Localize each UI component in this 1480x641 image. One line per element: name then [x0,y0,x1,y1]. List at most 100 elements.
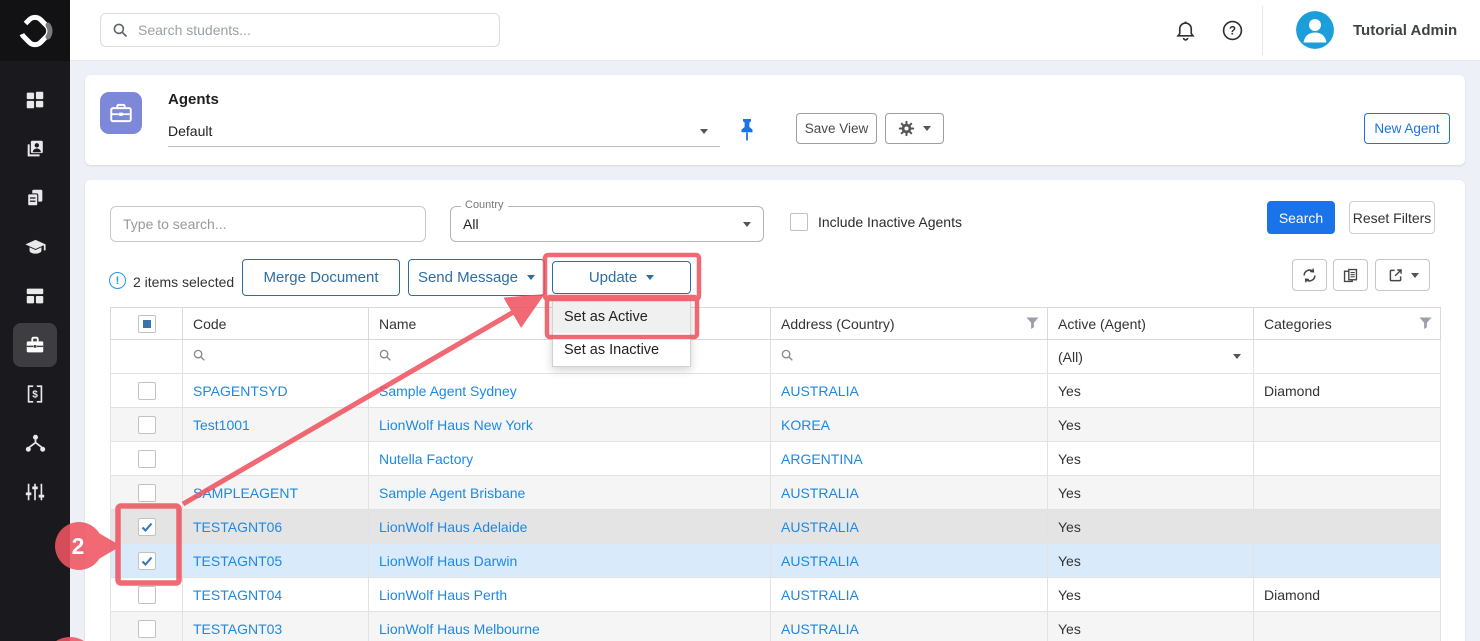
row-checkbox[interactable] [138,586,156,604]
agent-country-link[interactable]: AUSTRALIA [781,519,859,535]
agent-code-link[interactable]: TESTAGNT05 [193,553,282,569]
column-header-address[interactable]: Address (Country) [771,308,1048,340]
row-select-cell[interactable] [111,510,183,544]
table-row[interactable]: SAMPLEAGENT Sample Agent Brisbane AUSTRA… [111,476,1441,510]
user-avatar[interactable] [1296,11,1334,49]
row-select-cell[interactable] [111,544,183,578]
agent-code-link[interactable]: SPAGENTSYD [193,383,288,399]
select-all-checkbox[interactable] [138,315,156,333]
sidebar-item-billing[interactable]: $ [13,372,57,416]
row-checkbox[interactable] [138,620,156,638]
sidebar-item-network[interactable] [13,421,57,465]
row-checkbox[interactable] [138,552,156,570]
agent-country-link[interactable]: AUSTRALIA [781,621,859,637]
table-row[interactable]: SPAGENTSYD Sample Agent Sydney AUSTRALIA… [111,374,1441,408]
filter-funnel-icon[interactable] [1419,317,1432,330]
agent-code-link[interactable]: SAMPLEAGENT [193,485,298,501]
pin-view-button[interactable] [735,117,759,145]
export-button[interactable] [1375,259,1430,291]
active-filter-select[interactable]: (All) [1048,340,1254,374]
help-button[interactable]: ? [1219,17,1245,43]
app-window: ? Tutorial Admin [0,0,1480,641]
agent-code-link[interactable]: TESTAGNT03 [193,621,282,637]
column-header-code[interactable]: Code [183,308,369,340]
agent-active-cell: Yes [1048,578,1254,612]
send-message-button[interactable]: Send Message [408,259,545,296]
country-select[interactable]: Country All [450,206,764,242]
update-button[interactable]: Update [552,261,691,294]
agent-categories-cell [1254,442,1441,476]
sidebar-item-contacts[interactable] [13,127,57,171]
row-checkbox[interactable] [138,518,156,536]
refresh-button[interactable] [1292,259,1327,291]
categories-filter-cell[interactable] [1254,340,1441,374]
update-label: Update [589,269,637,286]
grid-search-field[interactable] [110,206,426,242]
row-select-cell[interactable] [111,442,183,476]
menu-item-set-as-active[interactable]: Set as Active [553,300,690,333]
sidebar-item-documents[interactable] [13,176,57,220]
agent-name-link[interactable]: LionWolf Haus New York [379,417,533,433]
row-select-cell[interactable] [111,374,183,408]
table-row[interactable]: TESTAGNT03 LionWolf Haus Melbourne AUSTR… [111,612,1441,641]
view-select[interactable]: Default [168,115,720,147]
address-filter-cell[interactable] [771,340,1048,374]
app-logo[interactable] [0,0,70,61]
merge-document-button[interactable]: Merge Document [242,259,400,296]
agent-name-link[interactable]: Nutella Factory [379,451,473,467]
new-agent-button[interactable]: New Agent [1364,113,1450,144]
code-filter-cell[interactable] [183,340,369,374]
row-checkbox[interactable] [138,484,156,502]
row-select-cell[interactable] [111,408,183,442]
agent-name-link[interactable]: LionWolf Haus Melbourne [379,621,540,637]
column-header-categories[interactable]: Categories [1254,308,1441,340]
row-checkbox[interactable] [138,450,156,468]
sidebar-item-agents[interactable] [13,323,57,367]
sidebar-item-settings[interactable] [13,470,57,514]
reset-filters-button[interactable]: Reset Filters [1349,201,1435,234]
column-header-active[interactable]: Active (Agent) [1048,308,1254,340]
gear-icon [898,120,915,137]
sidebar-item-students[interactable] [13,225,57,269]
row-checkbox[interactable] [138,382,156,400]
agent-country-link[interactable]: ARGENTINA [781,451,863,467]
agent-name-link[interactable]: LionWolf Haus Perth [379,587,507,603]
sidebar-item-layouts[interactable] [13,274,57,318]
view-settings-button[interactable] [885,113,944,144]
row-checkbox[interactable] [138,416,156,434]
global-search[interactable] [100,13,500,47]
sidebar-item-dashboard[interactable] [13,78,57,122]
update-dropdown-menu: Set as Active Set as Inactive [552,299,691,367]
table-row[interactable]: TESTAGNT04 LionWolf Haus Perth AUSTRALIA… [111,578,1441,612]
table-row[interactable]: Test1001 LionWolf Haus New York KOREA Ye… [111,408,1441,442]
user-name[interactable]: Tutorial Admin [1353,0,1457,61]
agent-country-link[interactable]: AUSTRALIA [781,587,859,603]
agent-name-link[interactable]: LionWolf Haus Adelaide [379,519,527,535]
agent-name-link[interactable]: LionWolf Haus Darwin [379,553,517,569]
table-row[interactable]: Nutella Factory ARGENTINA Yes [111,442,1441,476]
include-inactive-toggle[interactable]: Include Inactive Agents [790,213,962,231]
agent-country-link[interactable]: AUSTRALIA [781,553,859,569]
include-inactive-checkbox[interactable] [790,213,808,231]
agent-code-link[interactable]: TESTAGNT04 [193,587,282,603]
menu-item-set-as-inactive[interactable]: Set as Inactive [553,333,690,366]
agent-country-link[interactable]: KOREA [781,417,830,433]
agent-country-link[interactable]: AUSTRALIA [781,383,859,399]
filter-funnel-icon[interactable] [1026,317,1039,330]
row-select-cell[interactable] [111,578,183,612]
agent-name-link[interactable]: Sample Agent Brisbane [379,485,525,501]
row-select-cell[interactable] [111,476,183,510]
table-row[interactable]: TESTAGNT05 LionWolf Haus Darwin AUSTRALI… [111,544,1441,578]
row-select-cell[interactable] [111,612,183,641]
global-search-input[interactable] [138,22,458,38]
agent-code-link[interactable]: TESTAGNT06 [193,519,282,535]
search-button[interactable]: Search [1267,201,1335,234]
save-view-button[interactable]: Save View [796,113,877,144]
agent-name-link[interactable]: Sample Agent Sydney [379,383,517,399]
grid-search-input[interactable] [123,216,403,232]
copy-button[interactable] [1333,259,1368,291]
table-row[interactable]: TESTAGNT06 LionWolf Haus Adelaide AUSTRA… [111,510,1441,544]
notifications-button[interactable] [1172,17,1198,43]
agent-code-link[interactable]: Test1001 [193,417,250,433]
agent-country-link[interactable]: AUSTRALIA [781,485,859,501]
